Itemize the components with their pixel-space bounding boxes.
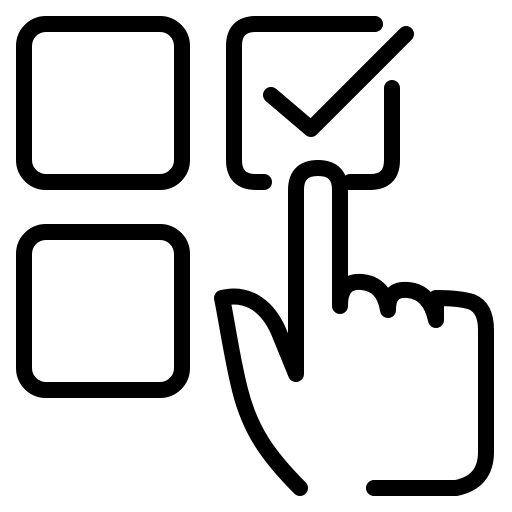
checkbox-empty-bottom-left-icon [16,224,190,398]
icon-canvas [0,0,512,512]
pointing-hand-icon [214,160,494,496]
checkbox-checked-top-right-icon [226,16,400,190]
checkbox-empty-top-left-icon [16,16,190,190]
select-checkbox-icon [16,16,494,496]
